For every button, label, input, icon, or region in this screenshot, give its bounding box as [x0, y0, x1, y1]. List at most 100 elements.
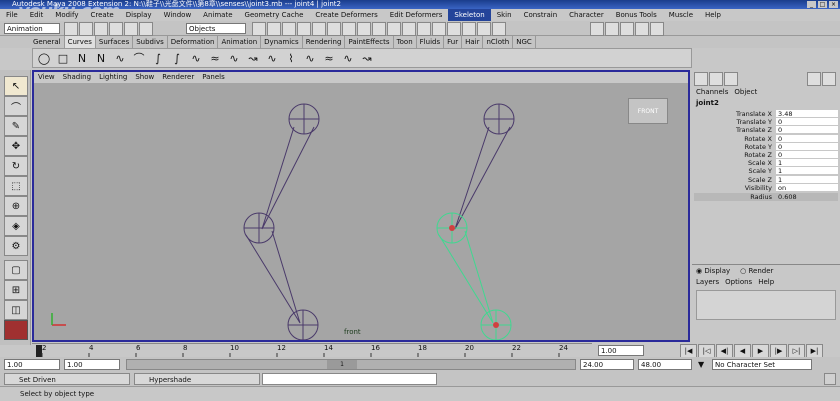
menu-muscle[interactable]: Muscle: [663, 9, 699, 21]
shelf-tab-surfaces[interactable]: Surfaces: [96, 36, 134, 48]
layers-menu[interactable]: Layers: [696, 278, 719, 286]
move-tool-icon[interactable]: ✥: [4, 136, 28, 156]
shelf-tab-fur[interactable]: Fur: [444, 36, 463, 48]
save-scene-icon[interactable]: [94, 22, 108, 36]
menu-create-deformers[interactable]: Create Deformers: [309, 9, 383, 21]
viewport-panel[interactable]: View Shading Lighting Show Renderer Pane…: [32, 70, 690, 342]
select-hierarchy-icon[interactable]: [109, 22, 123, 36]
shelf-tab-animation[interactable]: Animation: [218, 36, 262, 48]
arc-icon[interactable]: ⌒: [131, 50, 147, 66]
panel-menu-view[interactable]: View: [34, 72, 59, 83]
channel-attr-icon[interactable]: [709, 72, 723, 86]
layers-help-menu[interactable]: Help: [758, 278, 774, 286]
curve-icon[interactable]: ≈: [321, 50, 337, 66]
menu-edit[interactable]: Edit: [24, 9, 50, 21]
step-forward-frame-icon[interactable]: |▶: [770, 344, 787, 358]
object-menu[interactable]: Object: [734, 88, 757, 96]
select-component-icon[interactable]: [139, 22, 153, 36]
menu-display[interactable]: Display: [120, 9, 158, 21]
open-scene-icon[interactable]: [79, 22, 93, 36]
shelf-tab-deformation[interactable]: Deformation: [168, 36, 219, 48]
menu-geometry-cache[interactable]: Geometry Cache: [239, 9, 310, 21]
shelf-tab-rendering[interactable]: Rendering: [303, 36, 346, 48]
pin-icon[interactable]: [807, 72, 821, 86]
start-time-field[interactable]: 1.00: [4, 359, 60, 370]
menu-create[interactable]: Create: [84, 9, 119, 21]
channel-box-toggle-icon[interactable]: [605, 22, 619, 36]
curve-icon[interactable]: ∫: [169, 50, 185, 66]
go-to-start-icon[interactable]: |◀: [680, 344, 697, 358]
menu-edit-deformers[interactable]: Edit Deformers: [384, 9, 449, 21]
options-menu[interactable]: Options: [725, 278, 752, 286]
character-set-dropdown-icon[interactable]: ▼: [698, 360, 710, 369]
history-icon[interactable]: [447, 22, 461, 36]
attribute-row[interactable]: Rotate Z0: [694, 151, 838, 159]
script-editor-icon[interactable]: [824, 373, 836, 385]
curve-icon[interactable]: ↝: [359, 50, 375, 66]
channel-box-icon[interactable]: [694, 72, 708, 86]
soft-mod-icon[interactable]: ◈: [4, 216, 28, 236]
shelf-tab-curves[interactable]: Curves: [64, 36, 96, 48]
step-forward-key-icon[interactable]: ▷|: [788, 344, 805, 358]
curve-icon[interactable]: ∿: [226, 50, 242, 66]
close-button[interactable]: ×: [829, 1, 838, 8]
layout-four-icon[interactable]: ⊞: [4, 280, 28, 300]
shelf-tab-general[interactable]: General: [30, 36, 65, 48]
shelf-tab-ncloth[interactable]: nCloth: [483, 36, 514, 48]
playback-start-field[interactable]: 1.00: [64, 359, 120, 370]
select-tool-icon[interactable]: ↖: [4, 76, 28, 96]
rotate-tool-icon[interactable]: ↻: [4, 156, 28, 176]
channel-tool-icon[interactable]: [724, 72, 738, 86]
attribute-row[interactable]: Scale X1: [694, 159, 838, 167]
mask-render-icon[interactable]: [342, 22, 356, 36]
attribute-row[interactable]: Visibility on: [694, 184, 838, 192]
range-slider[interactable]: 1: [126, 359, 576, 370]
menuset-dropdown[interactable]: Animation: [4, 23, 60, 34]
select-object-icon[interactable]: [124, 22, 138, 36]
menu-window[interactable]: Window: [158, 9, 198, 21]
menu-character[interactable]: Character: [563, 9, 610, 21]
scale-tool-icon[interactable]: ⬚: [4, 176, 28, 196]
attribute-row[interactable]: Radius 0.608: [694, 193, 838, 201]
curve-icon[interactable]: ∿: [264, 50, 280, 66]
shelf-tab-toon[interactable]: Toon: [394, 36, 417, 48]
viewport-canvas[interactable]: [34, 83, 688, 340]
layout-single-icon[interactable]: ▢: [4, 260, 28, 280]
revolve-icon[interactable]: ∫: [150, 50, 166, 66]
panel-menu-lighting[interactable]: Lighting: [95, 72, 131, 83]
channels-menu[interactable]: Channels: [696, 88, 728, 96]
menu-skin[interactable]: Skin: [491, 9, 518, 21]
mask-deformer-icon[interactable]: [312, 22, 326, 36]
playback-end-field[interactable]: 24.00: [580, 359, 634, 370]
snap-plane-icon[interactable]: [432, 22, 446, 36]
menu-help[interactable]: Help: [699, 9, 727, 21]
manipulator-tool-icon[interactable]: ⊕: [4, 196, 28, 216]
help-question-icon[interactable]: [372, 22, 386, 36]
mask-surface-icon[interactable]: [297, 22, 311, 36]
current-frame-field[interactable]: 1.00: [598, 345, 644, 356]
menu-skeleton[interactable]: Skeleton: [448, 9, 491, 21]
attribute-row[interactable]: Scale Y1: [694, 167, 838, 175]
shelf-tab-fluids[interactable]: Fluids: [417, 36, 445, 48]
layout-two-icon[interactable]: ◫: [4, 300, 28, 320]
panel-menu-show[interactable]: Show: [131, 72, 158, 83]
layer-list[interactable]: [696, 290, 836, 320]
mask-curve-icon[interactable]: [282, 22, 296, 36]
curve-icon[interactable]: ≈: [207, 50, 223, 66]
attribute-editor-icon[interactable]: [620, 22, 634, 36]
paint-select-icon[interactable]: ✎: [4, 116, 28, 136]
input-line-icon[interactable]: [590, 22, 604, 36]
hypershade-icon[interactable]: [4, 320, 28, 340]
layer-editor-icon[interactable]: [650, 22, 664, 36]
menu-bonus-tools[interactable]: Bonus Tools: [610, 9, 663, 21]
curve-icon[interactable]: ∿: [340, 50, 356, 66]
mask-misc-icon[interactable]: [357, 22, 371, 36]
ipr-icon[interactable]: [477, 22, 491, 36]
curve-icon[interactable]: ↝: [245, 50, 261, 66]
panel-menu-shading[interactable]: Shading: [59, 72, 95, 83]
taskbar-hypershade[interactable]: Hypershade: [134, 373, 260, 385]
play-forward-icon[interactable]: ▶: [752, 344, 769, 358]
range-handle[interactable]: 1: [327, 360, 357, 369]
shelf-tab-hair[interactable]: Hair: [462, 36, 484, 48]
snap-curve-icon[interactable]: [402, 22, 416, 36]
